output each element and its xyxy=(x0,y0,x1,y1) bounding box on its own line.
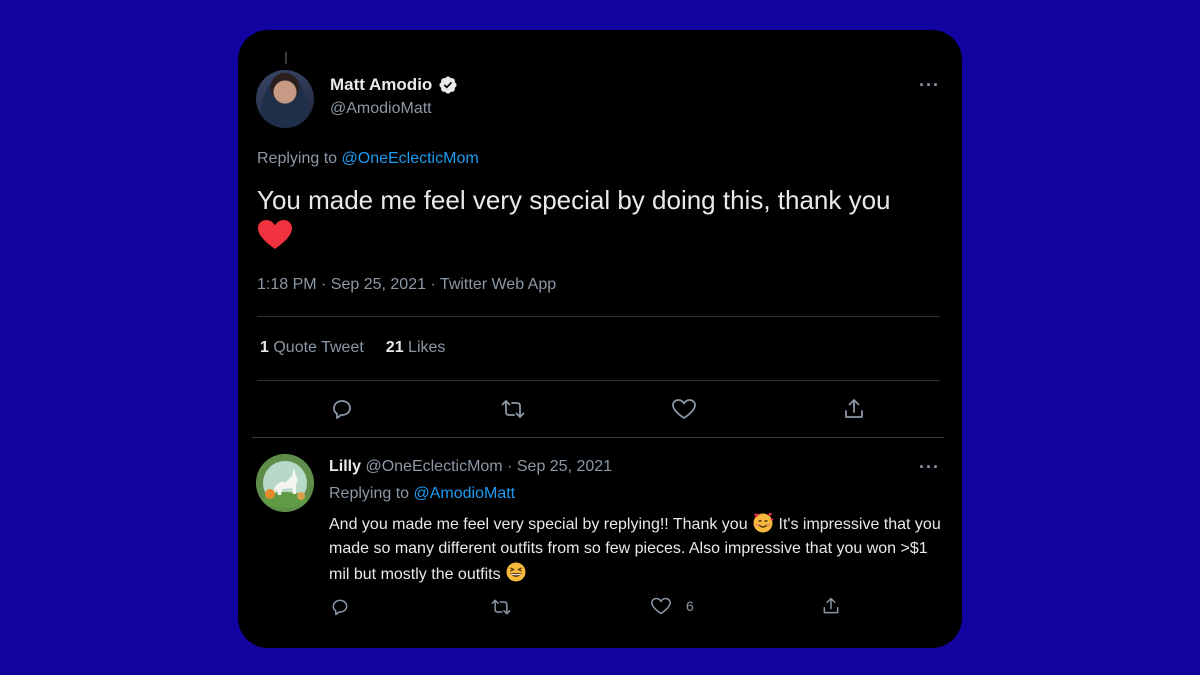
divider xyxy=(257,316,940,317)
replying-to: Replying to @OneEclecticMom xyxy=(257,150,479,168)
handle[interactable]: @AmodioMatt xyxy=(330,100,432,118)
reply-header: Lilly @OneEclecticMom · Sep 25, 2021 xyxy=(329,458,612,476)
reply-share-button[interactable] xyxy=(821,596,841,616)
divider xyxy=(252,437,944,438)
reply-like-button[interactable]: 6 xyxy=(650,596,694,616)
smiling-face-with-hearts-emoji xyxy=(753,512,774,533)
retweet-button[interactable] xyxy=(500,397,526,421)
avatar[interactable] xyxy=(256,70,314,128)
tweet-text: You made me feel very special by doing t… xyxy=(257,184,947,251)
quote-count: 1 xyxy=(260,339,269,356)
reply-button[interactable] xyxy=(330,397,354,421)
reply-more-options-icon[interactable]: ··· xyxy=(919,457,940,478)
like-button[interactable] xyxy=(671,397,697,421)
mention-link[interactable]: @OneEclecticMom xyxy=(342,150,479,167)
reply-handle[interactable]: @OneEclecticMom xyxy=(365,458,502,475)
reply-mention-link[interactable]: @AmodioMatt xyxy=(414,485,516,502)
verified-badge-icon xyxy=(439,76,457,94)
replying-prefix: Replying to xyxy=(257,150,338,167)
red-heart-emoji xyxy=(258,220,292,250)
reply-replying-prefix: Replying to xyxy=(329,485,410,502)
reply-reply-button[interactable] xyxy=(330,597,350,617)
reply-icon xyxy=(332,599,348,616)
author-name-row: Matt Amodio xyxy=(330,75,458,95)
tweet-stats: 1 Quote Tweet 21 Likes xyxy=(260,339,445,357)
quote-label: Quote Tweet xyxy=(273,339,364,356)
likes-label: Likes xyxy=(408,339,446,356)
reply-text: And you made me feel very special by rep… xyxy=(329,511,949,587)
retweet-icon xyxy=(491,599,511,615)
reply-replying-to: Replying to @AmodioMatt xyxy=(329,485,515,503)
tweet-timestamp[interactable]: 1:18 PM · Sep 25, 2021 · Twitter Web App xyxy=(257,276,556,294)
reply-text-part1: And you made me feel very special by rep… xyxy=(329,516,748,533)
reply-like-count: 6 xyxy=(686,598,694,614)
likes-count: 21 xyxy=(385,339,404,356)
reply-retweet-button[interactable] xyxy=(490,597,512,617)
more-options-icon[interactable]: ··· xyxy=(919,75,940,96)
thread-line xyxy=(285,52,287,64)
reply-icon xyxy=(333,400,351,419)
share-icon xyxy=(823,597,839,614)
like-icon xyxy=(672,399,696,419)
grinning-squinting-face-emoji xyxy=(506,562,526,582)
unicorn-avatar-image xyxy=(256,454,314,512)
tweet-body: You made me feel very special by doing t… xyxy=(257,185,891,215)
likes-stat[interactable]: 21 Likes xyxy=(386,339,446,357)
like-icon xyxy=(651,597,671,615)
reply-date[interactable]: · Sep 25, 2021 xyxy=(507,458,612,475)
tweet-card: Matt Amodio @AmodioMatt ··· Replying to … xyxy=(238,30,962,648)
reply-avatar[interactable] xyxy=(256,454,314,512)
reply-display-name[interactable]: Lilly xyxy=(329,458,361,475)
share-icon xyxy=(845,399,863,418)
share-button[interactable] xyxy=(842,397,866,421)
quote-tweets-stat[interactable]: 1 Quote Tweet xyxy=(260,339,364,357)
display-name[interactable]: Matt Amodio xyxy=(330,75,432,95)
retweet-icon xyxy=(501,400,525,418)
divider xyxy=(257,380,940,381)
